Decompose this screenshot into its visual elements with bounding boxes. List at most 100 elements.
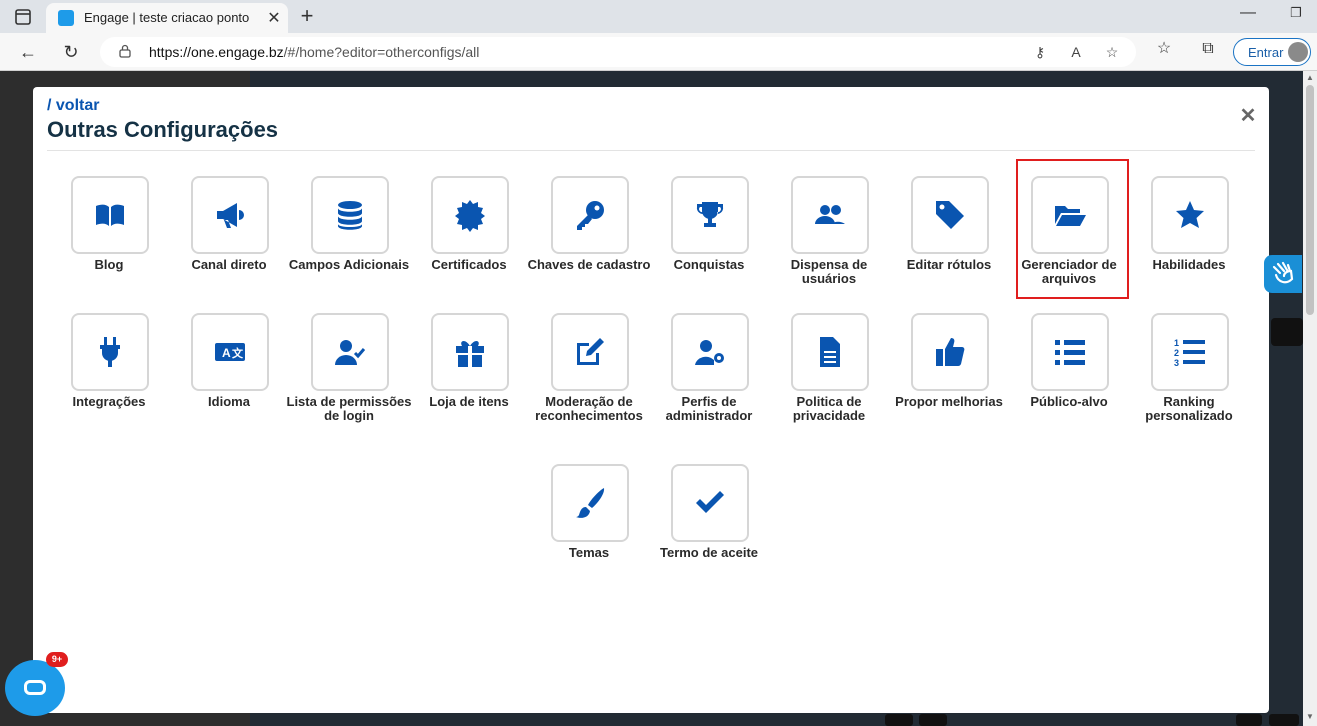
tag-icon	[936, 201, 964, 229]
bottom-control[interactable]	[919, 714, 947, 726]
tile-icon-box[interactable]	[431, 176, 509, 254]
side-menu-button[interactable]	[1271, 318, 1303, 346]
svg-text:2: 2	[1174, 348, 1179, 358]
new-tab-button[interactable]: +	[296, 3, 318, 29]
gift-icon	[456, 341, 484, 367]
tile-label: Moderação de reconhecimentos	[535, 394, 643, 423]
tile-icon-box[interactable]	[551, 464, 629, 542]
tile-icon-box[interactable]	[791, 313, 869, 391]
folder-open-icon	[1055, 206, 1086, 226]
tile-icon-box[interactable]	[671, 313, 749, 391]
tile-label: Propor melhorias	[895, 394, 1003, 409]
tile-icon-box[interactable]	[311, 313, 389, 391]
bottom-control[interactable]	[1236, 714, 1262, 726]
page-scrollbar[interactable]: ▲ ▼	[1303, 71, 1317, 726]
tile-icon-box[interactable]	[911, 313, 989, 391]
back-link[interactable]: / voltar	[47, 97, 99, 115]
add-favorite-icon[interactable]: ☆	[1102, 42, 1122, 62]
read-aloud-icon[interactable]: A	[1066, 42, 1086, 62]
refresh-button[interactable]: ↻	[58, 39, 84, 65]
bottom-control[interactable]	[885, 714, 913, 726]
tile-icon-box[interactable]	[1031, 313, 1109, 391]
user-check-icon	[335, 340, 366, 365]
tile-icon-box[interactable]	[911, 176, 989, 254]
notification-badge: 9+	[46, 652, 68, 667]
tile-label: Blog	[94, 257, 124, 272]
ordered-list-icon: 123	[1174, 338, 1205, 368]
bottom-control[interactable]	[1269, 714, 1299, 726]
tile-icon-box[interactable]	[671, 176, 749, 254]
book-icon	[96, 204, 124, 226]
tile-icon-box[interactable]	[1151, 176, 1229, 254]
certificate-icon	[455, 200, 485, 232]
edit-icon	[577, 338, 604, 365]
star-icon	[1176, 201, 1204, 228]
tile-icon-box[interactable]	[71, 313, 149, 391]
trophy-icon	[696, 202, 724, 227]
divider	[47, 150, 1255, 151]
tile-icon-box[interactable]	[551, 313, 629, 391]
thumbs-up-icon	[936, 338, 965, 366]
signin-button[interactable]: Entrar	[1233, 38, 1311, 66]
tab-actions-icon[interactable]	[12, 6, 34, 28]
collections-icon[interactable]: ⧉	[1197, 38, 1219, 60]
scroll-thumb[interactable]	[1306, 85, 1314, 315]
profile-avatar-icon	[1288, 42, 1308, 62]
tile-icon-box[interactable]	[431, 313, 509, 391]
tile-label: Ranking personalizado	[1145, 394, 1233, 423]
language-icon: A文	[215, 343, 245, 361]
megaphone-icon	[217, 203, 244, 228]
tile-label: Temas	[568, 545, 610, 560]
tile-icon-box[interactable]	[191, 176, 269, 254]
tile-label: Conquistas	[673, 257, 745, 272]
tile-icon-box[interactable]	[791, 176, 869, 254]
tile-icon-box[interactable]	[671, 464, 749, 542]
tile-icon-box[interactable]	[551, 176, 629, 254]
tile-label: Idioma	[208, 394, 250, 409]
tile-label: Gerenciador de arquivos	[1021, 257, 1117, 286]
plug-icon	[100, 337, 120, 367]
tab-close-icon[interactable]: ✕	[264, 8, 284, 28]
document-icon	[820, 337, 840, 367]
tile-label: Perfis de administrador	[665, 394, 753, 423]
scroll-up-icon[interactable]: ▲	[1306, 73, 1314, 82]
accessibility-button[interactable]	[1264, 255, 1302, 293]
tile-label: Chaves de cadastro	[527, 257, 651, 272]
tile-label: Canal direto	[191, 257, 267, 272]
tile-icon-box[interactable]	[1031, 176, 1109, 254]
chat-button[interactable]	[5, 660, 65, 716]
signin-label: Entrar	[1248, 45, 1284, 60]
user-cog-icon	[695, 340, 724, 365]
check-icon	[696, 491, 724, 513]
tile-label: Editar rótulos	[906, 257, 992, 272]
tile-icon-box[interactable]: 123	[1151, 313, 1229, 391]
page-title: Outras Configurações	[47, 117, 279, 142]
browser-tab[interactable]: Engage | teste criacao ponto ✕	[46, 3, 288, 33]
tile-label: Campos Adicionais	[288, 257, 410, 272]
close-icon[interactable]: ✕	[1239, 103, 1257, 128]
tile-label: Integrações	[72, 394, 146, 409]
tile-label: Dispensa de usuários	[790, 257, 868, 286]
database-icon	[338, 201, 362, 230]
svg-text:3: 3	[1174, 358, 1179, 368]
browser-tab-bar: Engage | teste criacao ponto ✕ + — ❐	[0, 0, 1317, 33]
sign-language-icon	[1272, 261, 1294, 284]
tile-icon-box[interactable]	[311, 176, 389, 254]
tile-label: Público-alvo	[1030, 394, 1108, 409]
tile-label: Lista de permissões de login	[286, 394, 412, 423]
chat-icon	[24, 680, 46, 695]
users-icon	[815, 205, 845, 224]
restore-button[interactable]: ❐	[1286, 5, 1306, 21]
back-button[interactable]: ←	[15, 39, 41, 65]
scroll-down-icon[interactable]: ▼	[1306, 712, 1314, 721]
minimize-button[interactable]: —	[1238, 4, 1258, 22]
key-icon[interactable]: ⚷	[1030, 42, 1050, 62]
lock-icon[interactable]	[118, 44, 132, 58]
paintbrush-icon	[576, 488, 605, 518]
tile-icon-box[interactable]: A文	[191, 313, 269, 391]
address-bar[interactable]: https://one.engage.bz/#/home?editor=othe…	[100, 37, 1136, 67]
tab-title: Engage | teste criacao ponto	[84, 10, 250, 25]
favorites-icon[interactable]: ☆	[1153, 38, 1175, 60]
tile-icon-box[interactable]	[71, 176, 149, 254]
engage-favicon-icon	[58, 10, 74, 26]
